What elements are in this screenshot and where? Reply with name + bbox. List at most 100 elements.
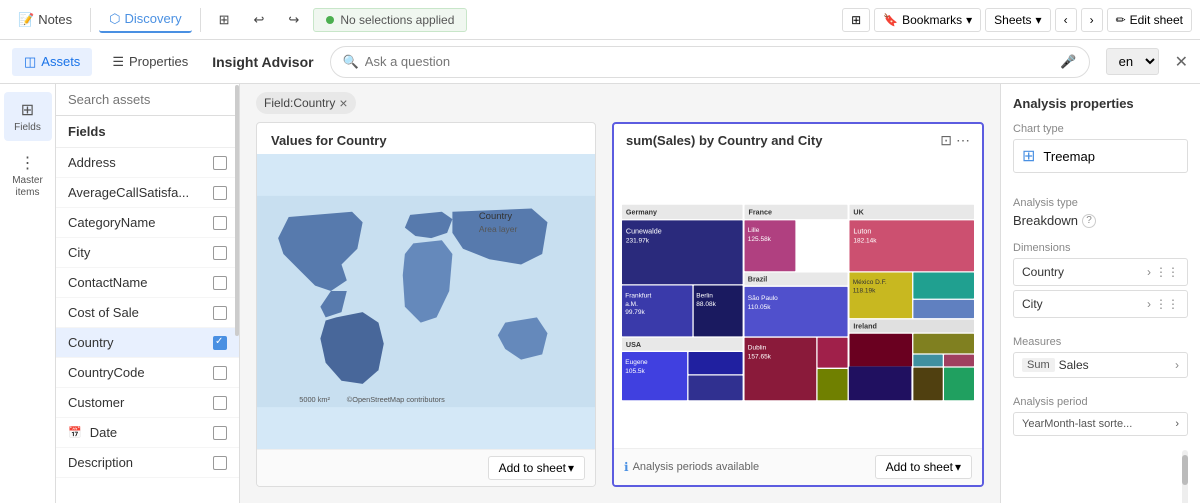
list-item[interactable]: Customer [56,388,239,418]
field-checkbox-description[interactable] [213,456,227,470]
analysis-period-label: Analysis period [1013,396,1188,408]
dimension-city-drag-button[interactable]: ⋮⋮ [1155,297,1179,311]
field-checkbox-address[interactable] [213,156,227,170]
list-item[interactable]: Cost of Sale [56,298,239,328]
notes-button[interactable]: 📝 Notes [8,8,82,32]
language-selector[interactable]: en [1106,48,1159,75]
charts-area: Values for Country [240,122,1000,503]
svg-text:©OpenStreetMap contributors: ©OpenStreetMap contributors [347,395,445,404]
map-svg: Country Area layer 5000 km² ©OpenStreetM… [257,154,595,449]
sidebar-item-fields[interactable]: ⊞ Fields [4,92,52,141]
undo-button[interactable]: ↩ [244,8,275,32]
svg-text:México D.F.: México D.F. [853,279,887,286]
measure-edit-button[interactable]: › [1175,358,1179,372]
search-icon: 🔍 [343,54,359,70]
measure-sales-item[interactable]: Sum Sales › [1013,352,1188,378]
master-items-icon: ⋮ [20,153,36,173]
treemap-header-row: sum(Sales) by Country and City ⊡ ⋯ [614,124,982,157]
field-checkbox-costofsale[interactable] [213,306,227,320]
info-icon: ℹ [624,460,629,474]
treemap-footer: ℹ Analysis periods available Add to shee… [614,448,982,485]
sheets-chevron-icon: ▾ [1036,13,1042,27]
list-item[interactable]: CategoryName [56,208,239,238]
list-item[interactable]: 📅 Date [56,418,239,448]
map-add-to-sheet-button[interactable]: Add to sheet ▾ [488,456,585,480]
more-options-button[interactable]: ⋯ [956,132,970,149]
redo-button[interactable]: ↪ [278,8,309,32]
chart-type-selector[interactable]: ⊞ Treemap [1013,139,1188,173]
analysis-period-section: Analysis period YearMonth-last sorte... … [1013,396,1188,436]
list-item[interactable]: Country [56,328,239,358]
dimension-city-item[interactable]: City › ⋮⋮ [1013,290,1188,318]
field-checkbox-avgcall[interactable] [213,186,227,200]
analysis-type-section: Analysis type Breakdown ? [1013,197,1188,228]
svg-text:Eugene: Eugene [625,359,648,366]
scroll-area [1013,450,1188,470]
field-checkbox-contact[interactable] [213,276,227,290]
dimension-city-actions: › ⋮⋮ [1147,297,1179,311]
assets-button[interactable]: ◫ Assets [12,48,92,76]
list-item[interactable]: AverageCallSatisfa... [56,178,239,208]
measures-section: Measures Sum Sales › [1013,336,1188,382]
edit-sheet-button[interactable]: ✏ Edit sheet [1107,8,1192,32]
mic-icon[interactable]: 🎤 [1060,54,1076,70]
dimension-country-edit-button[interactable]: › [1147,265,1151,279]
grid-icon: ⊞ [851,13,861,27]
help-icon[interactable]: ? [1082,214,1096,228]
analysis-type-value: Breakdown [1013,213,1078,228]
field-checkbox-city[interactable] [213,246,227,260]
list-item[interactable]: Description [56,448,239,478]
grid-view-button[interactable]: ⊞ [842,8,870,32]
dimension-country-item[interactable]: Country › ⋮⋮ [1013,258,1188,286]
add-to-sheet-chevron-icon: ▾ [568,461,574,475]
field-checkbox-category[interactable] [213,216,227,230]
sheets-button[interactable]: Sheets ▾ [985,8,1050,32]
field-checkbox-customer[interactable] [213,396,227,410]
svg-text:182.14k: 182.14k [853,238,877,245]
close-button[interactable]: ✕ [1175,52,1188,72]
bookmarks-button[interactable]: 🔖 Bookmarks ▾ [874,8,981,32]
svg-text:99.79k: 99.79k [625,309,645,316]
main-content: ⊞ Fields ⋮ Master items Fields Address A… [0,84,1200,503]
dimensions-label: Dimensions [1013,242,1188,254]
list-item[interactable]: Address [56,148,239,178]
scrollbar-thumb[interactable] [1182,455,1188,485]
analysis-period-selector[interactable]: YearMonth-last sorte... › [1013,412,1188,436]
sidebar-icons-column: ⊞ Fields ⋮ Master items [0,84,56,503]
fields-header: Fields [56,116,239,148]
remove-filter-button[interactable]: × [339,95,347,111]
scrollbar[interactable] [234,84,239,503]
discovery-icon: ⬡ [109,11,120,27]
prev-sheet-button[interactable]: ‹ [1055,8,1077,32]
treemap-chart-actions: ⊡ ⋯ [940,132,970,149]
field-checkbox-countrycode[interactable] [213,366,227,380]
selection-mode-button[interactable]: ⊞ [209,8,240,32]
map-chart-footer: Add to sheet ▾ [257,449,595,486]
properties-button[interactable]: ☰ Properties [100,48,200,76]
field-checkbox-date[interactable] [213,426,227,440]
map-container: Country Area layer 5000 km² ©OpenStreetM… [257,154,595,449]
expand-button[interactable]: ⊡ [940,132,952,149]
treemap-add-to-sheet-button[interactable]: Add to sheet ▾ [875,455,972,479]
list-item[interactable]: City [56,238,239,268]
filter-chip-country[interactable]: Field:Country × [256,92,356,114]
properties-icon: ☰ [112,54,124,70]
discovery-button[interactable]: ⬡ Discovery [99,7,191,33]
ask-question-input[interactable] [365,54,1061,69]
list-item[interactable]: CountryCode [56,358,239,388]
toolbar-separator-2 [200,8,201,32]
svg-text:São Paulo: São Paulo [748,295,778,302]
field-checkbox-country[interactable] [213,336,227,350]
dimension-city-edit-button[interactable]: › [1147,297,1151,311]
dimensions-section: Dimensions Country › ⋮⋮ City › ⋮⋮ [1013,242,1188,322]
list-item[interactable]: ContactName [56,268,239,298]
scrollbar-track[interactable] [1182,450,1188,503]
toolbar-right: ⊞ 🔖 Bookmarks ▾ Sheets ▾ ‹ › ✏ Edit shee… [842,8,1192,32]
ask-question-searchbox[interactable]: 🔍 🎤 [330,46,1090,78]
svg-text:125.58k: 125.58k [748,236,772,243]
svg-text:Luton: Luton [853,227,871,235]
dimension-country-drag-button[interactable]: ⋮⋮ [1155,265,1179,279]
search-assets-input[interactable] [56,84,239,116]
next-sheet-button[interactable]: › [1081,8,1103,32]
sidebar-item-master[interactable]: ⋮ Master items [4,145,52,207]
